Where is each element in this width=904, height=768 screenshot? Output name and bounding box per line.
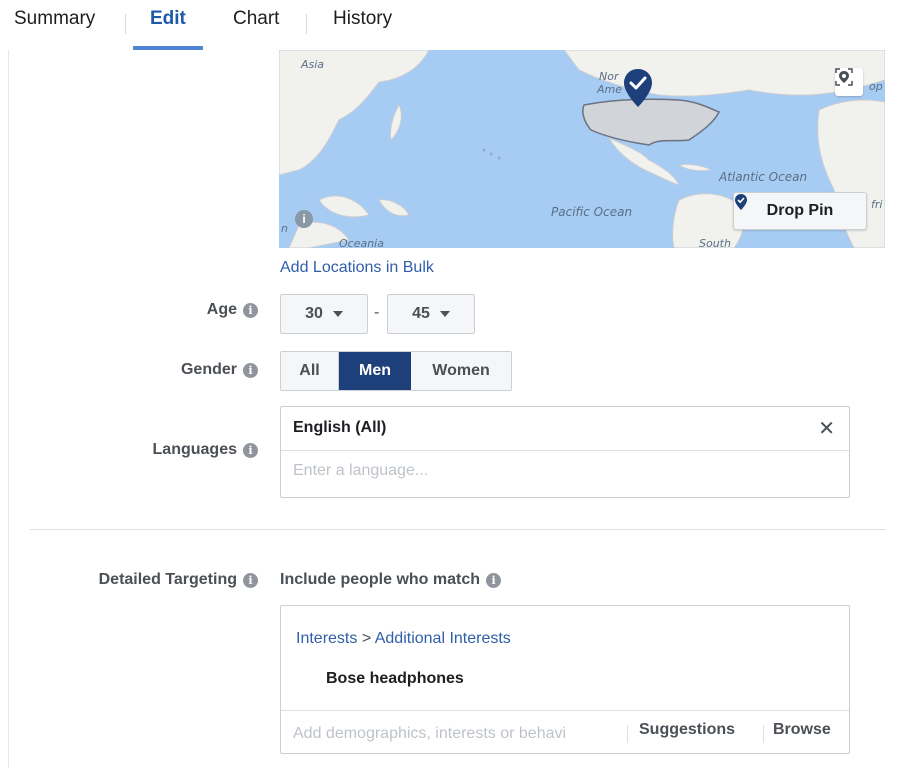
- info-icon[interactable]: i: [243, 572, 258, 588]
- detailed-targeting-box: Interests > Additional Interests Bose he…: [280, 605, 850, 754]
- age-max-value: 45: [412, 305, 430, 322]
- gender-women-button[interactable]: Women: [411, 352, 511, 390]
- language-token-row: English (All) ✕: [281, 407, 849, 451]
- detailed-targeting-label-text: Detailed Targeting: [98, 571, 237, 588]
- location-pin-icon[interactable]: [623, 68, 653, 108]
- gender-all-button[interactable]: All: [281, 352, 339, 390]
- map-label-atlantic: Atlantic Ocean: [719, 170, 808, 184]
- tab-bar: Summary Edit Chart History: [0, 0, 904, 50]
- breadcrumb-separator: >: [361, 630, 372, 647]
- gender-label-text: Gender: [180, 361, 237, 378]
- gender-segmented-control: All Men Women: [280, 351, 512, 391]
- info-icon[interactable]: i: [243, 302, 258, 318]
- include-match-text: Include people who match: [280, 571, 481, 588]
- map-label-edge-left: n: [281, 222, 288, 235]
- map-label-pacific: Pacific Ocean: [551, 205, 633, 219]
- age-min-select[interactable]: 30: [280, 294, 368, 334]
- locate-button[interactable]: [835, 68, 863, 96]
- age-max-select[interactable]: 45: [387, 294, 475, 334]
- tab-edit[interactable]: Edit: [150, 8, 186, 30]
- pin-icon: [735, 194, 747, 210]
- language-token: English (All): [293, 419, 387, 436]
- tab-separator: [125, 14, 126, 34]
- languages-label-text: Languages: [152, 441, 237, 458]
- age-label-text: Age: [206, 301, 237, 318]
- location-map[interactable]: Asia Nor Ame Pacific Ocean Atlantic Ocea…: [279, 50, 885, 248]
- divider: [627, 725, 628, 743]
- chevron-down-icon: [332, 311, 343, 317]
- interest-item[interactable]: Bose headphones: [326, 670, 464, 688]
- map-label-oceania: Oceania: [339, 237, 384, 248]
- tab-chart[interactable]: Chart: [233, 8, 279, 30]
- detailed-targeting-label: Detailed Targeting i: [99, 571, 258, 589]
- suggestions-button[interactable]: Suggestions: [639, 721, 735, 739]
- gender-men-button[interactable]: Men: [339, 352, 411, 390]
- tab-history[interactable]: History: [333, 8, 392, 30]
- age-label: Age i: [207, 301, 258, 319]
- map-label-north-america-2: Ame: [597, 83, 623, 96]
- language-input[interactable]: [291, 461, 835, 481]
- chevron-down-icon: [439, 311, 450, 317]
- map-info-icon[interactable]: i: [295, 210, 313, 228]
- section-divider: [30, 529, 886, 530]
- age-min-value: 30: [305, 305, 323, 322]
- targeting-search-row: Suggestions Browse: [281, 710, 849, 754]
- info-icon[interactable]: i: [486, 572, 502, 588]
- map-label-north-america: Nor: [599, 70, 619, 83]
- add-locations-bulk-link[interactable]: Add Locations in Bulk: [280, 259, 434, 277]
- info-icon[interactable]: i: [243, 362, 258, 378]
- locate-icon: [835, 68, 853, 86]
- drop-pin-button[interactable]: Drop Pin: [733, 192, 867, 230]
- breadcrumb-interests[interactable]: Interests: [296, 630, 357, 647]
- languages-field: English (All) ✕: [280, 406, 850, 498]
- tab-separator: [306, 14, 307, 34]
- map-label-south: South: [699, 237, 731, 248]
- map-label-asia: Asia: [301, 58, 325, 71]
- targeting-search-input[interactable]: [291, 724, 625, 744]
- drop-pin-label: Drop Pin: [766, 202, 834, 219]
- tab-summary[interactable]: Summary: [14, 8, 95, 30]
- age-range-separator: -: [374, 304, 380, 321]
- browse-button[interactable]: Browse: [773, 721, 831, 739]
- breadcrumb: Interests > Additional Interests: [296, 630, 511, 648]
- divider: [763, 725, 764, 743]
- map-label-edge-mid: fri: [871, 198, 883, 211]
- languages-label: Languages i: [153, 441, 258, 459]
- gender-label: Gender i: [181, 361, 258, 379]
- breadcrumb-additional-interests[interactable]: Additional Interests: [375, 630, 511, 647]
- map-label-edge-top: op: [869, 80, 883, 93]
- info-icon[interactable]: i: [243, 442, 258, 458]
- include-match-heading: Include people who match i: [280, 571, 502, 589]
- close-icon[interactable]: ✕: [818, 416, 835, 441]
